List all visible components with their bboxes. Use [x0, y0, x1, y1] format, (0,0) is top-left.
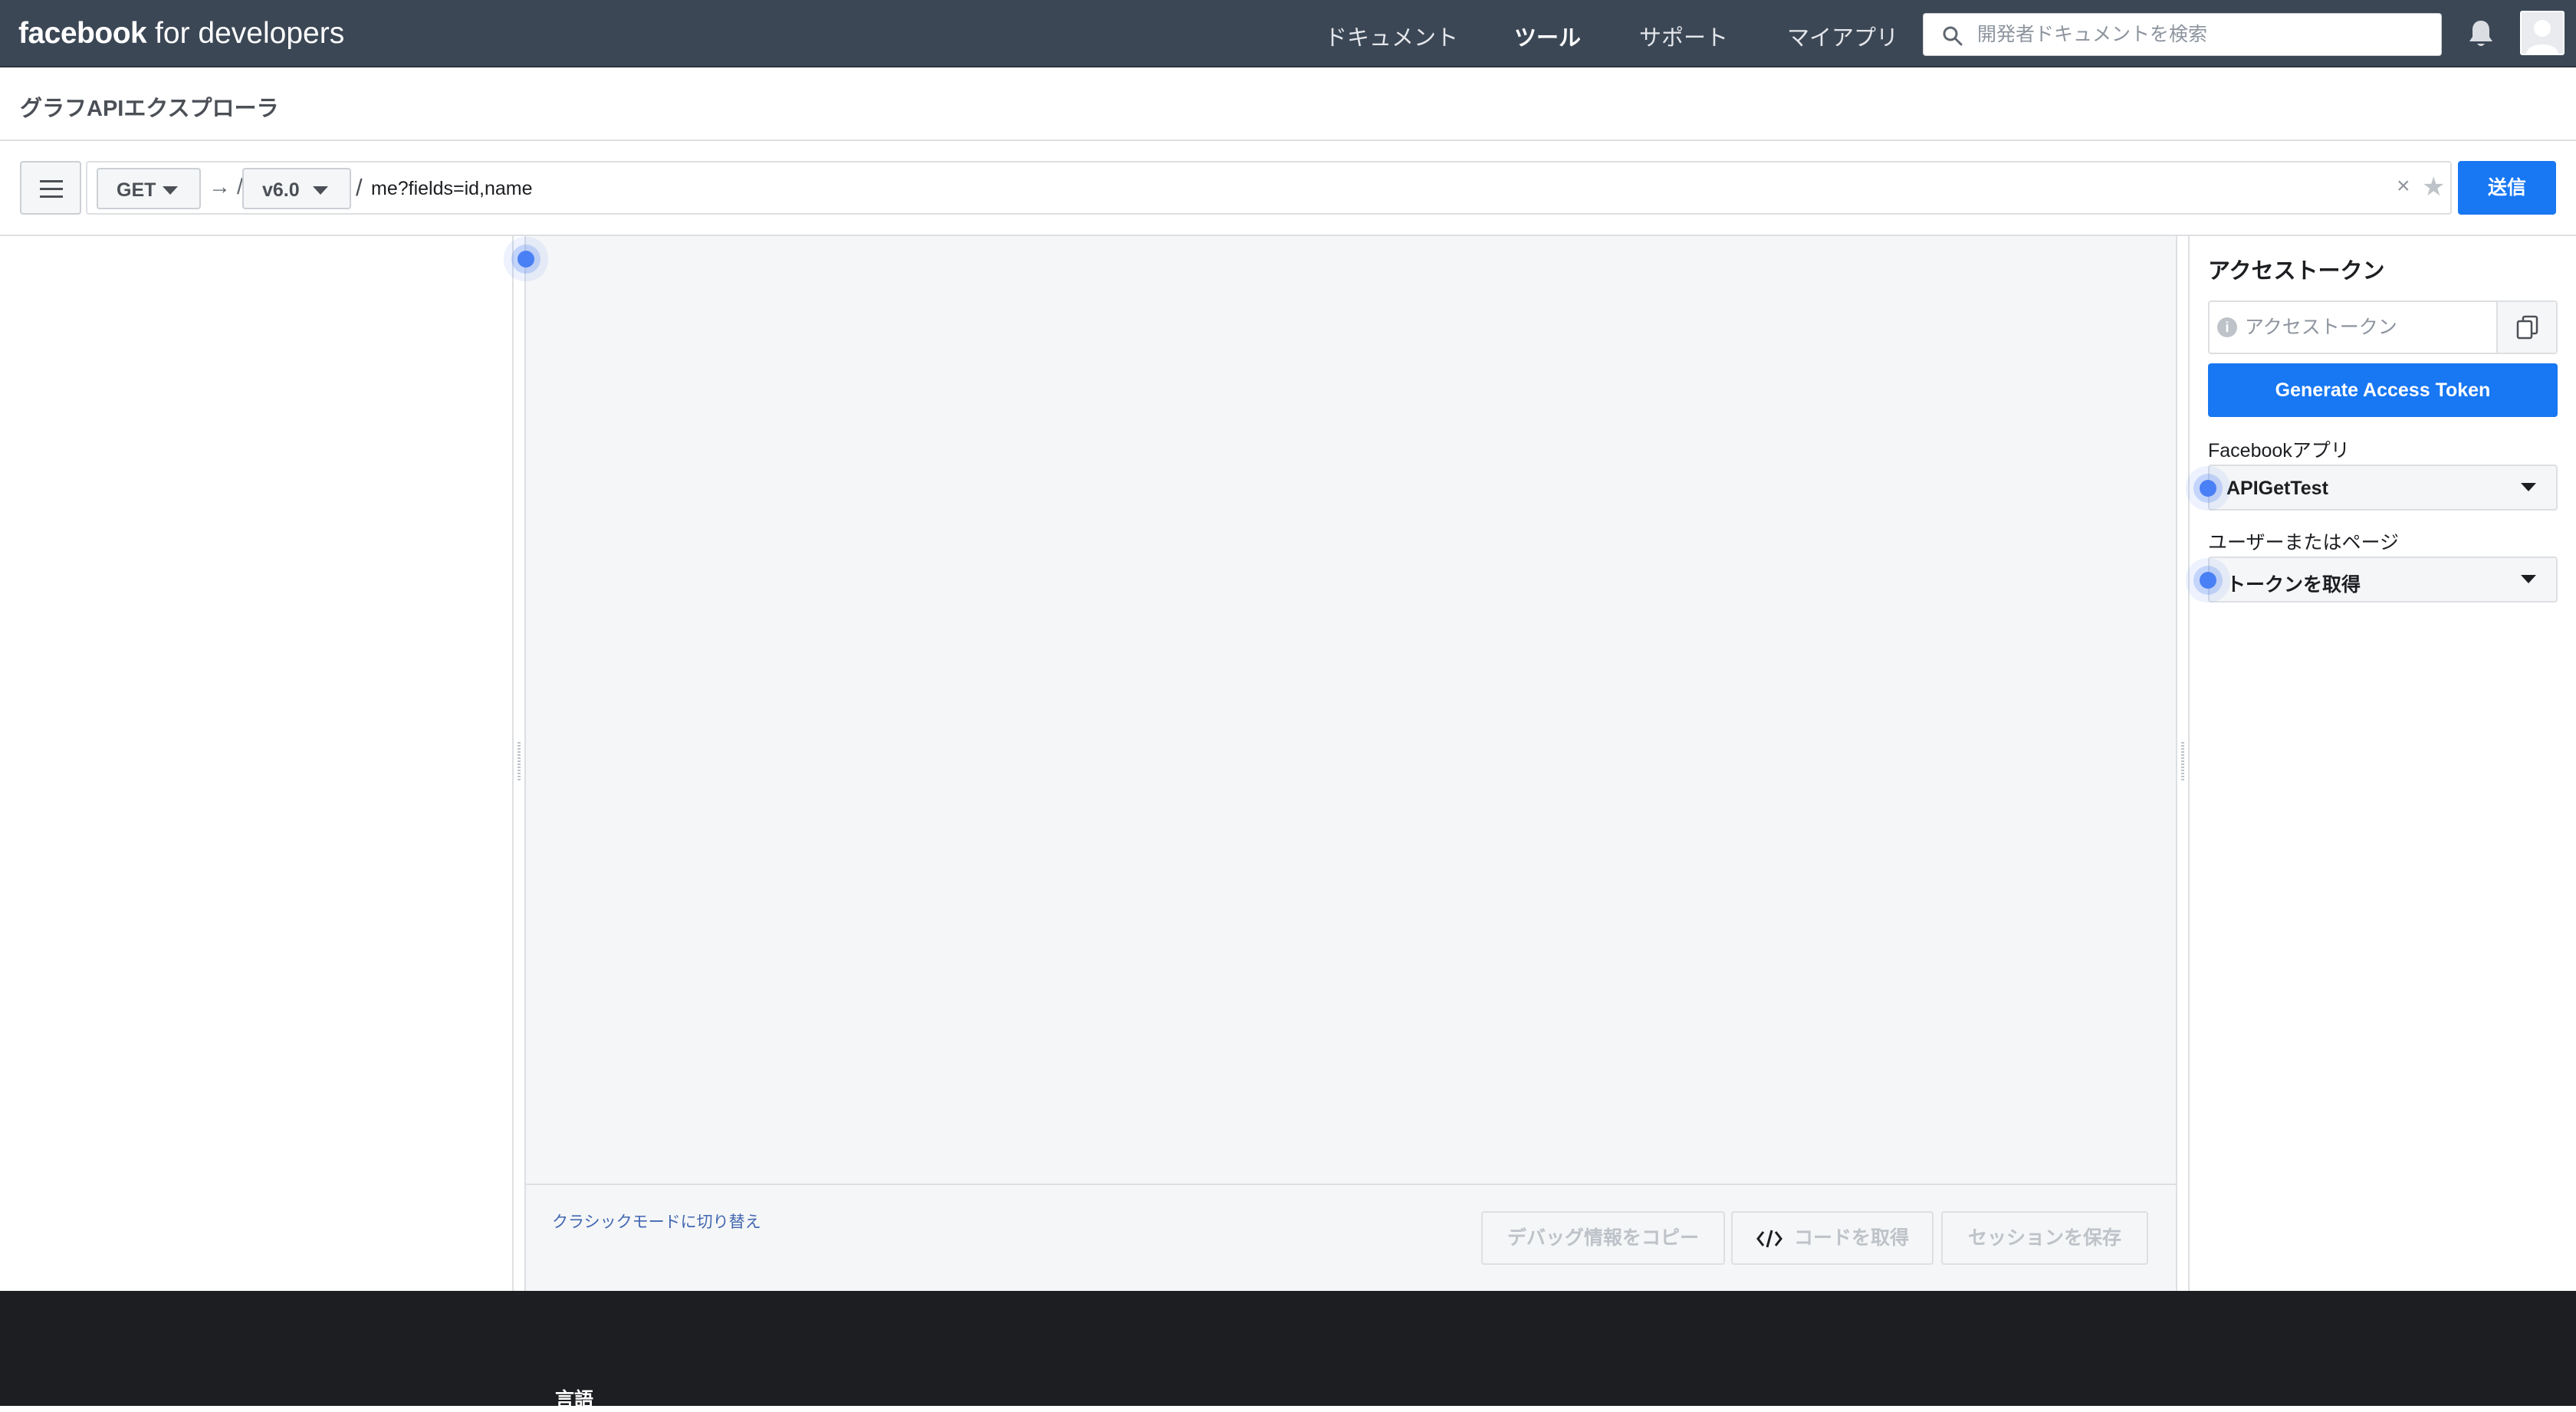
query-bar: GET → / v6.0 / × ★ — [86, 161, 2456, 215]
path-arrow: → / — [209, 175, 244, 199]
user-or-page-label: ユーザーまたはページ — [2208, 532, 2400, 553]
response-pane — [526, 236, 2176, 1184]
access-token-input[interactable] — [2245, 310, 2490, 345]
search-input[interactable] — [1977, 21, 2430, 48]
path-separator: / — [356, 174, 363, 201]
brand-logo-bold: facebook — [18, 17, 147, 50]
facebook-app-label: Facebookアプリ — [2208, 440, 2350, 461]
click-indicator — [2200, 480, 2216, 497]
access-token-field[interactable]: i — [2208, 300, 2558, 354]
default-avatar-icon — [2526, 20, 2558, 54]
hamburger-icon-line — [40, 195, 63, 198]
hamburger-icon-line — [40, 188, 63, 190]
chevron-down-icon — [2521, 483, 2536, 491]
query-path-input[interactable] — [371, 170, 2456, 207]
menu-button[interactable] — [20, 161, 81, 215]
grip-icon — [2181, 742, 2184, 780]
nav-support[interactable]: サポート — [1639, 20, 1728, 52]
submit-button[interactable]: 送信 — [2458, 161, 2556, 215]
chevron-down-icon — [313, 186, 328, 195]
user-or-page-select[interactable]: トークンを取得 — [2208, 557, 2558, 603]
user-or-page-value: トークンを取得 — [2226, 574, 2361, 596]
save-session-button[interactable]: セッションを保存 — [1941, 1211, 2148, 1265]
click-indicator — [2200, 572, 2216, 589]
response-footer: クラシックモードに切り替え デバッグ情報をコピー コードを取得 セッションを保存 — [526, 1184, 2176, 1291]
site-footer: 言語 — [0, 1291, 2576, 1410]
click-indicator — [518, 251, 534, 268]
http-method-dropdown[interactable]: GET — [97, 168, 201, 209]
copy-icon — [2516, 315, 2538, 340]
brand-logo[interactable]: facebook for developers — [18, 17, 344, 51]
grip-icon — [518, 742, 521, 780]
api-version-value: v6.0 — [262, 179, 300, 201]
right-resize-handle[interactable] — [2176, 236, 2190, 1291]
page-title-bar: グラフAPIエクスプローラ — [0, 69, 2576, 141]
search-box[interactable] — [1923, 13, 2442, 56]
top-navigation-bar: facebook for developers ドキュメント ツール サポート … — [0, 0, 2576, 67]
brand-logo-rest: for developers — [146, 17, 345, 50]
nav-documents[interactable]: ドキュメント — [1325, 20, 1458, 52]
switch-classic-mode-link[interactable]: クラシックモードに切り替え — [552, 1210, 761, 1233]
facebook-app-select[interactable]: APIGetTest — [2208, 465, 2558, 511]
http-method-value: GET — [117, 179, 156, 201]
access-token-panel: アクセストークン i Generate Access Token Faceboo… — [2190, 236, 2576, 1291]
clear-icon[interactable]: × — [2397, 173, 2410, 199]
facebook-app-value: APIGetTest — [2226, 478, 2328, 499]
language-heading: 言語 — [555, 1389, 594, 1410]
chevron-down-icon — [163, 186, 178, 195]
copy-debug-info-button[interactable]: デバッグ情報をコピー — [1481, 1211, 1725, 1265]
access-token-title: アクセストークン — [2208, 259, 2385, 284]
chevron-down-icon — [2521, 575, 2536, 583]
copy-token-button[interactable] — [2496, 302, 2556, 353]
nav-tools[interactable]: ツール — [1514, 20, 1581, 52]
get-code-label: コードを取得 — [1794, 1227, 1910, 1249]
field-explorer-pane — [0, 236, 512, 1291]
bell-icon[interactable] — [2467, 18, 2495, 49]
generate-access-token-button[interactable]: Generate Access Token — [2208, 363, 2558, 417]
search-icon — [1943, 26, 1963, 46]
star-icon[interactable]: ★ — [2422, 172, 2445, 202]
avatar[interactable] — [2520, 11, 2564, 55]
get-code-button[interactable]: コードを取得 — [1731, 1211, 1934, 1265]
api-version-dropdown[interactable]: v6.0 — [242, 168, 351, 209]
hamburger-icon — [40, 180, 63, 182]
left-resize-handle[interactable] — [512, 236, 526, 1291]
nav-my-apps[interactable]: マイアプリ — [1787, 20, 1898, 52]
info-icon: i — [2217, 317, 2237, 337]
page-title: グラフAPIエクスプローラ — [20, 97, 279, 121]
code-icon — [1756, 1230, 1783, 1248]
